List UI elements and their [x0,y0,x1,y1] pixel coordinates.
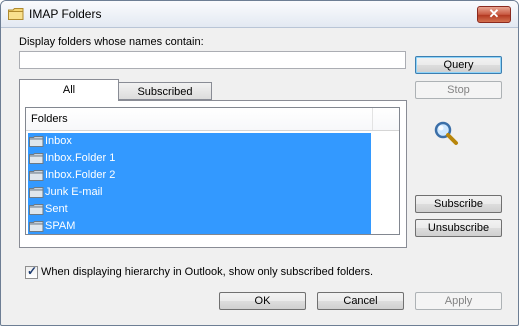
folder-icon [8,8,24,20]
folder-name: Inbox.Folder 1 [45,152,116,164]
tab-subscribed[interactable]: Subscribed [118,82,212,100]
close-icon: ✕ [488,6,500,21]
window-title: IMAP Folders [29,7,102,21]
apply-button[interactable]: Apply [415,292,502,310]
list-item[interactable]: Inbox.Folder 1 [28,150,371,167]
folder-icon [29,136,44,147]
check-mark-icon: ✓ [27,264,38,278]
magnifier-icon [434,121,458,145]
folder-list[interactable]: Folders Inbox Inbox.Folder 1 Inbox.Folde… [25,107,400,235]
imap-folders-dialog: IMAP Folders ✕ Display folders whose nam… [0,0,519,326]
subscribed-only-checkbox[interactable]: ✓ [25,264,38,279]
close-button[interactable]: ✕ [477,6,511,23]
column-separator [26,108,373,130]
folder-name: Sent [45,203,68,215]
query-button[interactable]: Query [415,56,502,74]
folder-icon [29,170,44,181]
ok-button[interactable]: OK [219,292,306,310]
stop-button[interactable]: Stop [415,81,502,99]
list-header: Folders [26,108,399,131]
list-item[interactable]: Inbox.Folder 2 [28,167,371,184]
list-item[interactable]: Sent [28,201,371,218]
folder-name: Inbox [45,135,72,147]
search-label: Display folders whose names contain: [19,36,204,48]
folder-icon [29,187,44,198]
list-item[interactable]: SPAM [28,218,371,234]
cancel-button[interactable]: Cancel [317,292,404,310]
tab-all[interactable]: All [19,79,119,101]
list-item[interactable]: Junk E-mail [28,184,371,201]
folder-name: SPAM [45,220,76,232]
unsubscribe-button[interactable]: Unsubscribe [415,219,502,237]
list-item[interactable]: Inbox [28,133,371,150]
folder-name: Junk E-mail [45,186,103,198]
folder-filter-input[interactable] [19,51,406,69]
subscribed-only-label: When displaying hierarchy in Outlook, sh… [41,266,373,278]
folder-name: Inbox.Folder 2 [45,169,116,181]
title-bar: IMAP Folders ✕ [1,1,518,28]
folder-icon [29,153,44,164]
folder-icon [29,221,44,232]
folder-icon [29,204,44,215]
subscribe-button[interactable]: Subscribe [415,195,502,213]
